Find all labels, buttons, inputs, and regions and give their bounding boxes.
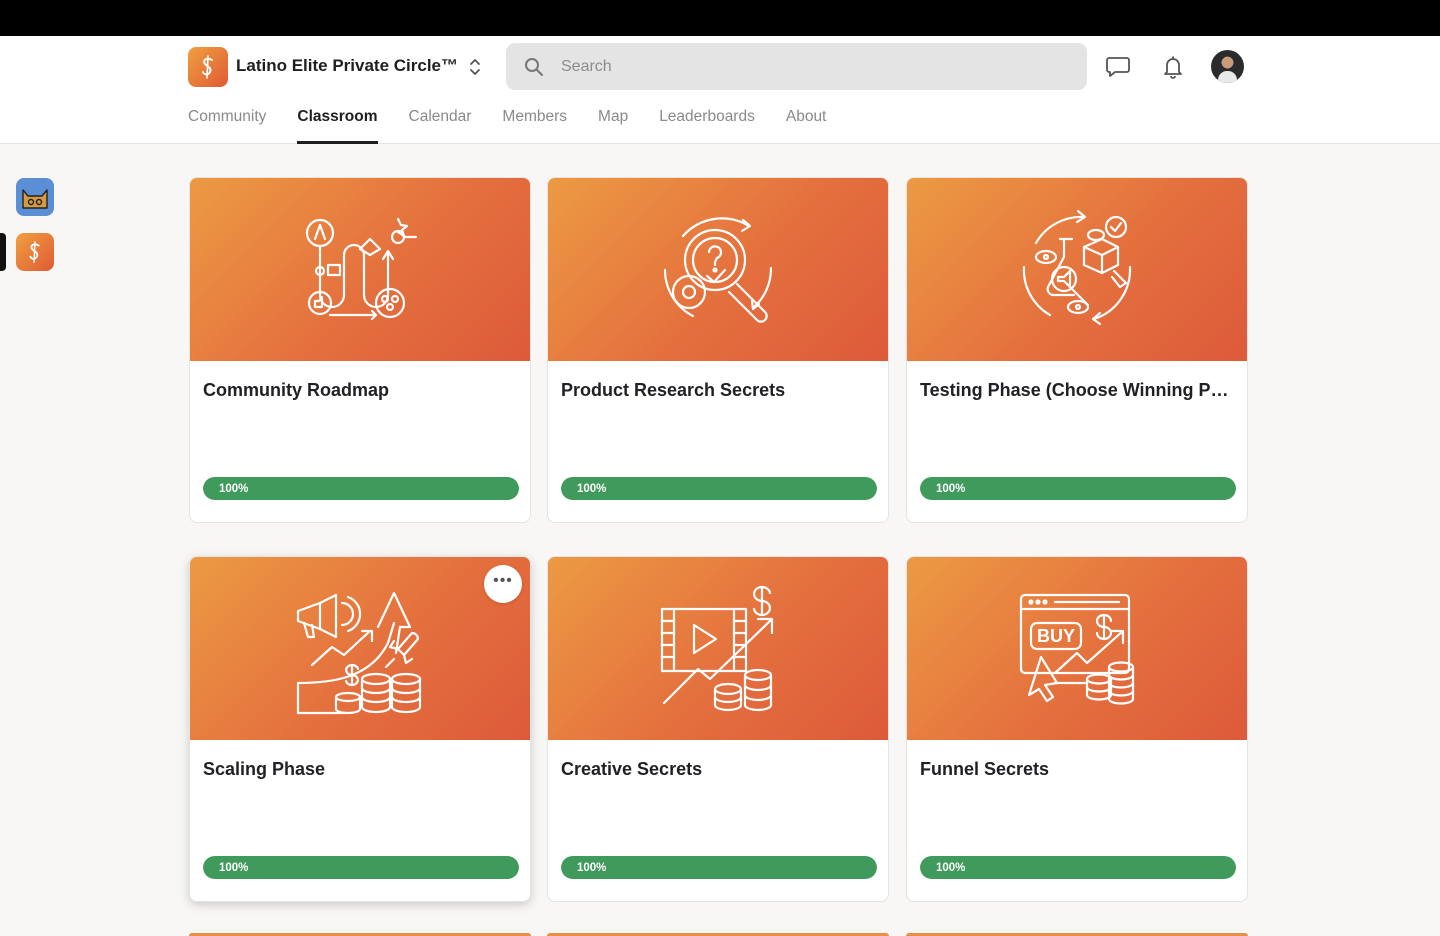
progress-fill: 100% <box>561 856 877 879</box>
tab-members[interactable]: Members <box>502 106 567 144</box>
progress-fill: 100% <box>920 856 1236 879</box>
progress-label: 100% <box>936 861 966 874</box>
progress-fill: 100% <box>920 477 1236 500</box>
dollar-logo-icon <box>202 55 213 79</box>
user-avatar[interactable] <box>1211 50 1244 83</box>
course-card[interactable]: ••• Scaling Phase 100% <box>189 556 531 902</box>
scaling-rocket-icon <box>296 591 422 714</box>
group-rail-latino-elite[interactable] <box>16 233 54 271</box>
more-options-button[interactable]: ••• <box>484 565 522 603</box>
progress-label: 100% <box>577 482 607 495</box>
window-top-bar <box>0 0 1440 36</box>
course-progress-bar: 100% <box>561 856 877 879</box>
group-name[interactable]: Latino Elite Private Circle™ <box>236 56 458 76</box>
tab-community[interactable]: Community <box>188 106 266 144</box>
cat-icon <box>22 189 48 209</box>
header: Latino Elite Private Circle™ Community C… <box>0 36 1440 144</box>
search-bar[interactable] <box>506 43 1087 90</box>
main-nav: Community Classroom Calendar Members Map… <box>188 106 857 144</box>
tab-map[interactable]: Map <box>598 106 628 144</box>
progress-label: 100% <box>219 482 249 495</box>
course-card[interactable]: Testing Phase (Choose Winning P… 100% <box>906 177 1248 523</box>
course-cover: ••• <box>190 557 530 740</box>
group-logo[interactable] <box>188 47 228 87</box>
course-progress-bar: 100% <box>920 477 1236 500</box>
tab-about[interactable]: About <box>786 106 827 144</box>
course-cover: BUY <box>907 557 1247 740</box>
course-progress-bar: 100% <box>203 856 519 879</box>
search-icon <box>523 56 545 78</box>
course-progress-bar: 100% <box>920 856 1236 879</box>
course-cover <box>190 178 530 361</box>
course-card[interactable]: Product Research Secrets 100% <box>547 177 889 523</box>
tab-leaderboards[interactable]: Leaderboards <box>659 106 755 144</box>
search-input[interactable] <box>561 57 1041 76</box>
tab-calendar[interactable]: Calendar <box>409 106 472 144</box>
progress-label: 100% <box>577 861 607 874</box>
course-cover <box>907 178 1247 361</box>
chat-icon[interactable] <box>1104 53 1132 81</box>
buy-funnel-icon: BUY <box>1019 593 1135 705</box>
roadmap-icon <box>305 217 418 320</box>
progress-label: 100% <box>936 482 966 495</box>
group-switcher-chevrons-icon[interactable] <box>462 54 488 80</box>
progress-fill: 100% <box>203 477 519 500</box>
research-magnifier-icon <box>663 216 773 323</box>
course-card[interactable]: Creative Secrets 100% <box>547 556 889 902</box>
tab-classroom[interactable]: Classroom <box>297 106 378 144</box>
group-rail-cat[interactable] <box>16 178 54 216</box>
progress-label: 100% <box>219 861 249 874</box>
course-title: Funnel Secrets <box>920 759 1050 779</box>
course-cover <box>548 178 888 361</box>
svg-text:BUY: BUY <box>1037 626 1075 646</box>
progress-fill: 100% <box>203 856 519 879</box>
video-growth-icon <box>660 585 774 711</box>
course-title: Product Research Secrets <box>561 380 786 400</box>
course-title: Creative Secrets <box>561 759 703 779</box>
course-card[interactable]: Community Roadmap 100% <box>189 177 531 523</box>
course-title: Scaling Phase <box>203 759 326 779</box>
course-progress-bar: 100% <box>203 477 519 500</box>
bell-icon[interactable] <box>1159 53 1187 81</box>
course-progress-bar: 100% <box>561 477 877 500</box>
course-cover <box>548 557 888 740</box>
dollar-logo-icon <box>29 241 40 263</box>
course-title: Community Roadmap <box>203 380 390 400</box>
course-card[interactable]: BUY Funnel Secrets 100% <box>906 556 1248 902</box>
course-title: Testing Phase (Choose Winning P… <box>920 380 1229 400</box>
testing-cycle-icon <box>1022 209 1132 325</box>
ellipsis-icon: ••• <box>493 572 513 589</box>
progress-fill: 100% <box>561 477 877 500</box>
active-group-indicator <box>0 233 6 271</box>
